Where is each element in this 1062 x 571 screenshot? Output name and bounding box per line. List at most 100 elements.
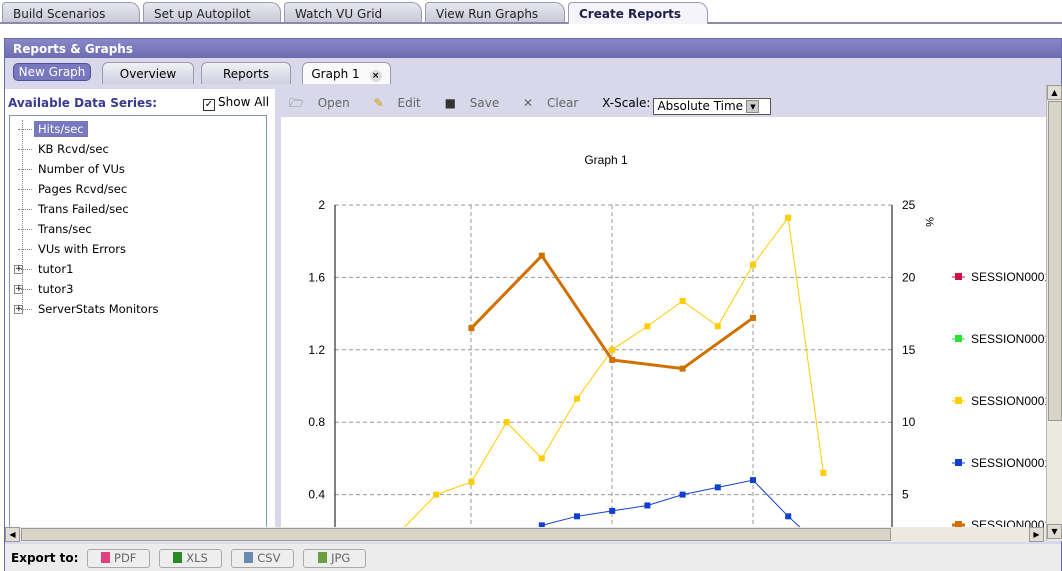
top-tab[interactable]: View Run Graphs [425, 2, 565, 22]
y-right-axis-label: % [923, 217, 935, 227]
scroll-down-icon[interactable]: ▼ [1047, 524, 1062, 539]
data-point [574, 513, 580, 520]
data-point [785, 214, 792, 221]
tab-label: Overview [119, 67, 177, 81]
data-point [538, 252, 545, 259]
export-label: Export to: [11, 551, 79, 565]
data-point [574, 395, 580, 402]
data-point [679, 491, 686, 498]
tab-reports[interactable]: Reports [201, 62, 291, 84]
close-icon[interactable]: × [369, 70, 382, 82]
series-tree-item[interactable]: Hits/sec [10, 120, 88, 138]
tab-graph-1[interactable]: Graph 1 × [302, 62, 391, 84]
series-label: Pages Rcvd/sec [38, 182, 128, 196]
reports-graphs-panel: Reports & Graphs New Graph Overview Repo… [4, 38, 1062, 571]
graph-view: 🗁 Open ✎ Edit ■ Save ✕ Clear X-Scale: Abs… [281, 89, 1046, 527]
data-point [679, 297, 686, 304]
x-icon: ✕ [523, 96, 534, 110]
save-button[interactable]: ■ Save [445, 96, 510, 110]
data-point [609, 346, 616, 353]
top-tab[interactable]: Build Scenarios [2, 2, 140, 22]
top-tab-bar: Build Scenarios Set up Autopilot Watch VU … [0, 0, 1062, 24]
y-right-tick-label: 25 [902, 198, 916, 212]
excel-icon [173, 552, 183, 563]
data-point [820, 469, 827, 476]
y-tick-label: 0.8 [308, 415, 325, 429]
series-tree-item[interactable]: KB Rcvd/sec [10, 140, 113, 158]
series-label: tutor3 [38, 282, 74, 296]
vertical-scrollbar[interactable]: ▲ ▼ [1046, 85, 1062, 541]
scroll-thumb[interactable] [1048, 101, 1062, 421]
series-line [541, 479, 801, 527]
legend-label: SESSION0001 [971, 394, 1046, 408]
new-graph-button[interactable]: New Graph [13, 63, 91, 81]
data-point [538, 455, 545, 462]
data-series-panel: Available Data Series: ✓ Show All Hits/se… [5, 89, 275, 535]
series-label: VUs with Errors [38, 242, 127, 256]
export-jpg-button[interactable]: JPG [302, 549, 366, 568]
pdf-icon [101, 552, 111, 563]
clear-button[interactable]: ✕ Clear [523, 96, 588, 110]
series-label: Trans Failed/sec [38, 202, 129, 216]
scroll-thumb[interactable] [21, 528, 891, 541]
legend-label: SESSION0001 [971, 456, 1046, 470]
show-all-checkbox[interactable]: ✓ Show All [203, 95, 269, 111]
series-tree-item[interactable]: Pages Rcvd/sec [10, 180, 131, 198]
xscale-label: X-Scale: [602, 96, 651, 110]
scroll-left-icon[interactable]: ◀ [5, 527, 20, 542]
panel-title: Reports & Graphs [5, 39, 1061, 58]
data-point [644, 502, 651, 509]
series-tree: Hits/sec KB Rcvd/sec Number of VUs Pages Rc… [9, 115, 267, 535]
graph-chart: Graph 1 2 25 1.6 20 1.2 15 0.8 10 0.4 5% SESSION000… [308, 153, 1046, 527]
legend-label: SESSION0001 [971, 332, 1046, 346]
series-tree-item[interactable]: + ServerStats Monitors [10, 300, 162, 318]
export-xls-button[interactable]: XLS [159, 549, 223, 568]
checkbox-icon[interactable]: ✓ [203, 99, 215, 111]
y-tick-label: 1.2 [308, 343, 325, 357]
series-label: tutor1 [38, 262, 74, 276]
show-all-label: Show All [218, 95, 270, 109]
y-tick-label: 2 [318, 198, 325, 212]
top-tab[interactable]: Watch VU Grid [284, 2, 422, 22]
data-point [468, 325, 475, 332]
scroll-up-icon[interactable]: ▲ [1047, 85, 1062, 100]
data-point [750, 477, 756, 484]
top-tab[interactable]: Create Reports [568, 2, 708, 24]
export-csv-button[interactable]: CSV [230, 549, 294, 568]
csv-icon [244, 552, 254, 563]
y-right-tick-label: 15 [902, 343, 916, 357]
data-point [714, 323, 721, 330]
legend-label: SESSION0001 [971, 270, 1046, 284]
open-button[interactable]: 🗁 Open [289, 96, 360, 110]
data-point [609, 356, 616, 363]
series-tree-item[interactable]: Trans/sec [10, 220, 96, 238]
scroll-right-icon[interactable]: ▶ [1029, 527, 1044, 542]
available-series-title: Available Data Series: [8, 96, 158, 110]
data-point [644, 323, 651, 330]
top-tab[interactable]: Set up Autopilot [143, 2, 281, 22]
xscale-select[interactable]: Absolute Time ▼ [653, 98, 772, 115]
series-label: Number of VUs [38, 162, 125, 176]
tab-label: Reports [222, 67, 270, 81]
series-label: Trans/sec [38, 222, 92, 236]
export-bar: Export to: PDF XLS CSV JPG [5, 544, 1061, 571]
series-tree-item[interactable]: VUs with Errors [10, 240, 130, 258]
series-tree-item[interactable]: Trans Failed/sec [10, 200, 133, 218]
horizontal-scrollbar[interactable]: ◀ ▶ [5, 527, 1046, 542]
pencil-icon: ✎ [373, 96, 384, 110]
data-point [750, 314, 756, 321]
series-tree-item[interactable]: Number of VUs [10, 160, 129, 178]
edit-button[interactable]: ✎ Edit [374, 96, 431, 110]
series-tree-item[interactable]: + tutor1 [10, 260, 77, 278]
y-right-tick-label: 5 [902, 488, 909, 502]
export-pdf-button[interactable]: PDF [87, 549, 151, 568]
data-point [503, 419, 510, 426]
tab-overview[interactable]: Overview [102, 62, 194, 84]
folder-icon: 🗁 [289, 96, 304, 110]
y-right-tick-label: 10 [902, 415, 916, 429]
tab-label: Graph 1 [311, 67, 360, 81]
floppy-icon: ■ [444, 96, 456, 110]
image-icon [318, 552, 328, 563]
graph-toolbar: 🗁 Open ✎ Edit ■ Save ✕ Clear X-Scale: Abs… [281, 89, 1046, 117]
series-tree-item[interactable]: + tutor3 [10, 280, 77, 298]
